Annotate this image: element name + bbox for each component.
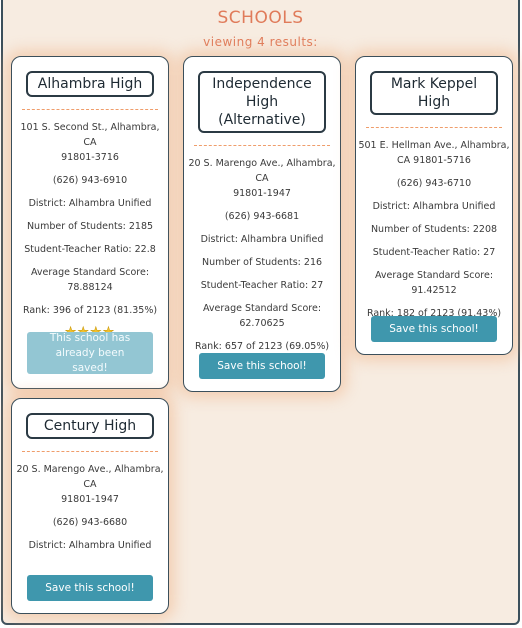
school-address: 501 E. Hellman Ave., Alhambra, — [358, 140, 510, 151]
school-phone: (626) 943-6680 — [52, 517, 128, 528]
save-school-button[interactable]: Save this school! — [27, 575, 153, 601]
divider — [22, 109, 158, 110]
school-name-line: Independence High — [212, 76, 312, 110]
school-name-line: (Alternative) — [218, 112, 306, 128]
school-card-mark-keppel-high: Mark Keppel High 501 E. Hellman Ave., Al… — [355, 56, 513, 355]
results-count: viewing 4 results: — [203, 35, 318, 49]
school-address-zip: 91801-1947 — [61, 494, 119, 505]
school-students: Number of Students: 216 — [201, 257, 323, 268]
results-panel: SCHOOLS viewing 4 results: Alhambra High… — [1, 0, 520, 625]
school-address-zip: 91801-1947 — [233, 188, 291, 199]
page-title: SCHOOLS — [217, 8, 304, 28]
school-district: District: Alhambra Unified — [372, 201, 496, 212]
school-card-independence-high: Independence High (Alternative) 20 S. Ma… — [183, 56, 341, 392]
school-address-zip: CA 91801-5716 — [397, 155, 471, 166]
school-district: District: Alhambra Unified — [200, 234, 324, 245]
divider — [194, 145, 330, 146]
school-ratio: Student-Teacher Ratio: 27 — [372, 247, 496, 258]
school-name: Independence High (Alternative) — [198, 71, 326, 133]
school-rank: Rank: 396 of 2123 (81.35%) — [22, 305, 158, 316]
school-card-century-high: Century High 20 S. Marengo Ave., Alhambr… — [11, 398, 169, 614]
school-score: Average Standard Score: 91.42512 — [374, 270, 494, 296]
school-score-value: 62.70625 — [239, 318, 285, 329]
school-name: Mark Keppel High — [370, 71, 498, 115]
save-school-button[interactable]: Save this school! — [371, 316, 497, 342]
school-ratio: Student-Teacher Ratio: 22.8 — [24, 244, 156, 255]
already-saved-button[interactable]: This school has already been saved! — [27, 332, 153, 374]
school-phone: (626) 943-6681 — [224, 211, 300, 222]
school-address: 20 S. Marengo Ave., Alhambra, CA — [188, 158, 336, 184]
school-score-label: Average Standard Score: — [30, 267, 150, 278]
divider — [366, 127, 502, 128]
school-ratio: Student-Teacher Ratio: 27 — [200, 280, 324, 291]
school-students: Number of Students: 2185 — [26, 221, 154, 232]
school-address: 101 S. Second St., Alhambra, CA — [20, 122, 160, 148]
school-score-label: Average Standard Score: — [202, 303, 322, 314]
school-name: Alhambra High — [26, 71, 154, 97]
school-rank: Rank: 657 of 2123 (69.05%) — [194, 341, 330, 352]
school-phone: (626) 943-6710 — [396, 178, 472, 189]
school-district: District: Alhambra Unified — [28, 198, 152, 209]
school-district: District: Alhambra Unified — [28, 540, 152, 551]
school-address: 20 S. Marengo Ave., Alhambra, CA — [16, 464, 164, 490]
divider — [22, 451, 158, 452]
school-card-alhambra-high: Alhambra High 101 S. Second St., Alhambr… — [11, 56, 169, 389]
school-score-value: 78.88124 — [67, 282, 113, 293]
school-address-zip: 91801-3716 — [61, 152, 119, 163]
save-school-button[interactable]: Save this school! — [199, 353, 325, 379]
school-students: Number of Students: 2208 — [370, 224, 498, 235]
school-phone: (626) 943-6910 — [52, 175, 128, 186]
school-name: Century High — [26, 413, 154, 439]
